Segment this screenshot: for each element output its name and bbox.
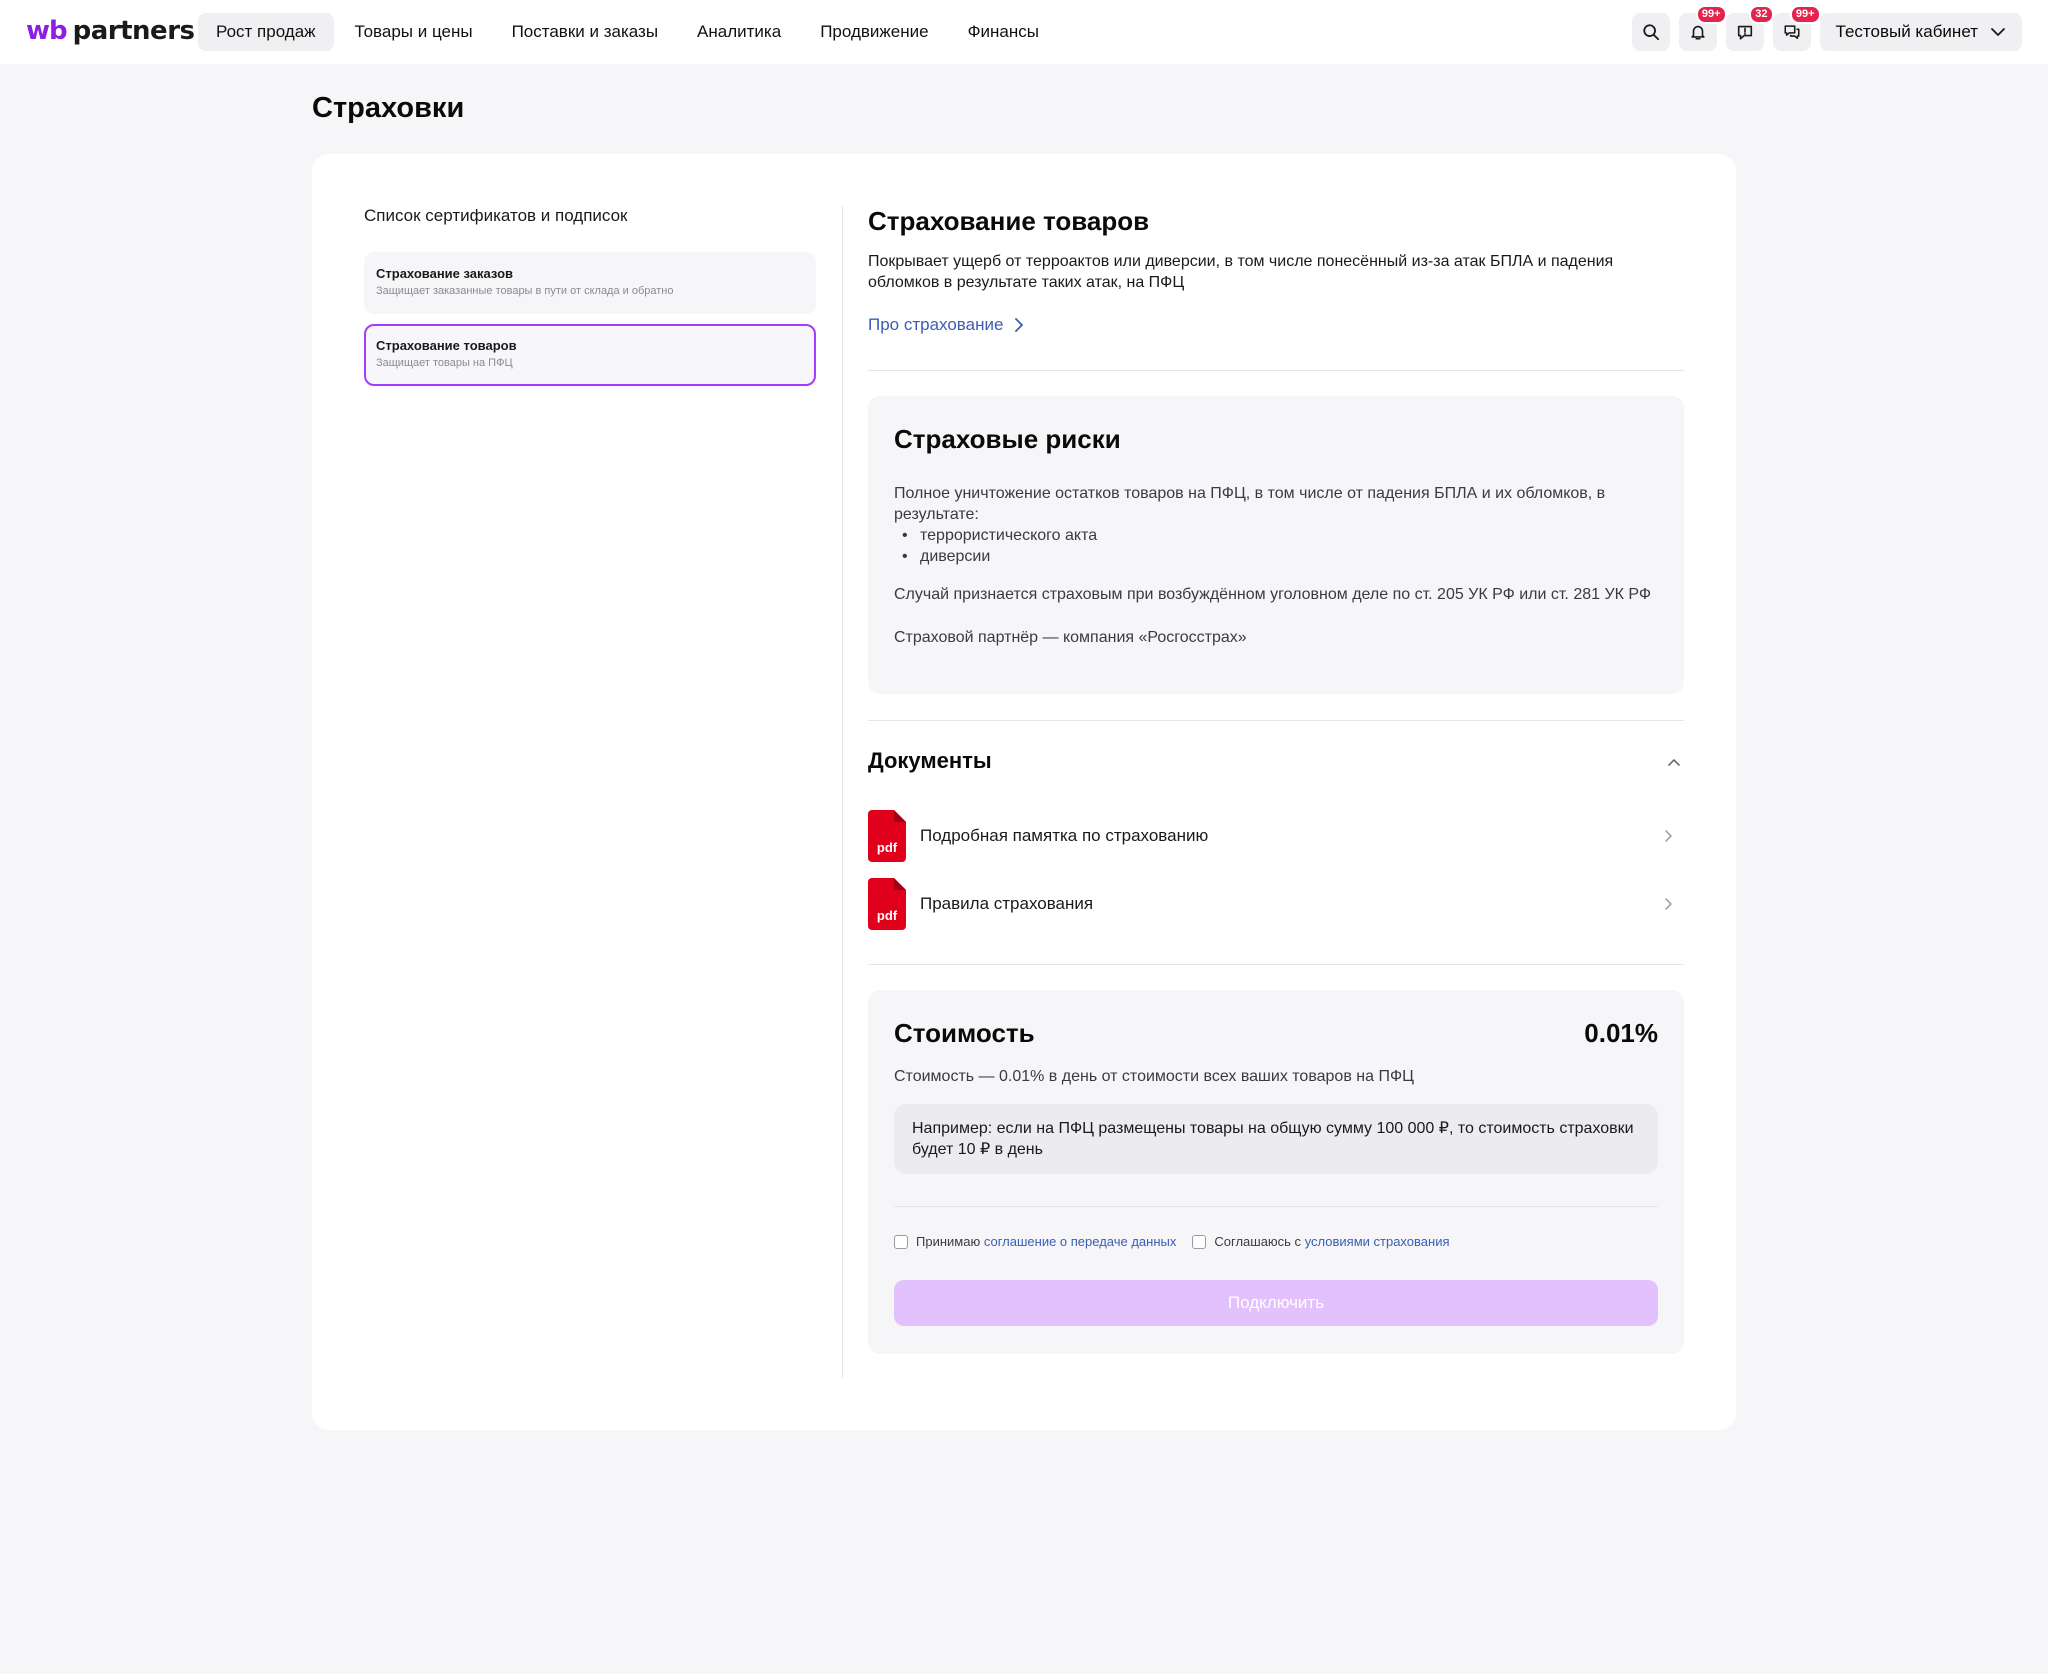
search-button[interactable]: [1631, 13, 1670, 51]
nav-item-finance[interactable]: Финансы: [950, 13, 1057, 51]
vertical-divider: [842, 206, 843, 1378]
list-item-goods-insurance[interactable]: Страхование товаров Защищает товары на П…: [364, 324, 816, 386]
feedback-button[interactable]: 32: [1725, 5, 1774, 51]
certificates-list-title: Список сертификатов и подписок: [364, 206, 628, 225]
cost-box: Стоимость 0.01% Стоимость — 0.01% в день…: [868, 990, 1684, 1354]
search-icon: [1642, 24, 1659, 41]
top-navigation-bar: wb partners Рост продаж Товары и цены По…: [0, 0, 2048, 64]
risks-list: террористического акта диверсии: [902, 525, 1658, 567]
insurance-terms-checkbox[interactable]: [1192, 1234, 1207, 1249]
about-insurance-label: Про страхование: [868, 315, 1004, 334]
risks-partner: Страховой партнёр — компания «Росгосстра…: [894, 629, 1247, 646]
logo-wb: wb: [26, 16, 68, 46]
divider: [894, 1206, 1658, 1207]
about-insurance-link[interactable]: Про страхование: [868, 315, 1027, 335]
cabinet-selector[interactable]: Тестовый кабинет: [1819, 13, 2022, 51]
list-item-subtitle: Защищает заказанные товары в пути от скл…: [376, 285, 674, 297]
pdf-icon: pdf: [868, 878, 906, 930]
insurance-detail: Страхование товаров Покрывает ущерб от т…: [868, 206, 1684, 1354]
logo-partners: partners: [72, 16, 195, 46]
insurance-terms-link[interactable]: условиями страхования: [1305, 1234, 1450, 1249]
document-row-rules[interactable]: pdf Правила страхования: [868, 878, 1684, 930]
nav-item-products-prices[interactable]: Товары и цены: [337, 13, 491, 51]
data-transfer-checkbox[interactable]: [894, 1234, 908, 1249]
detail-description: Покрывает ущерб от терроактов или диверс…: [868, 253, 1614, 291]
bell-icon: [1690, 25, 1705, 40]
chevron-up-icon[interactable]: [1666, 754, 1682, 770]
main-nav: Рост продаж Товары и цены Поставки и зак…: [198, 13, 1060, 51]
divider: [868, 720, 1684, 721]
notifications-button[interactable]: 99+: [1678, 5, 1727, 51]
chat-badge: 99+: [1789, 5, 1821, 24]
divider: [868, 370, 1684, 371]
agreement-data-transfer: Принимаю соглашение о передаче данных: [894, 1234, 1176, 1249]
nav-item-sales-growth[interactable]: Рост продаж: [198, 13, 334, 51]
risks-case: Случай признается страховым при возбуждё…: [894, 586, 1652, 603]
feedback-bubble-icon: [1737, 25, 1752, 40]
agreements-row: Принимаю соглашение о передаче данных Со…: [894, 1234, 1450, 1249]
feedback-badge: 32: [1749, 5, 1774, 24]
cost-value: 0.01%: [1584, 1018, 1658, 1048]
chevron-down-icon: [1991, 28, 2005, 36]
svg-text:pdf: pdf: [877, 908, 898, 923]
agreement-prefix: Соглашаюсь с: [1214, 1234, 1302, 1249]
pdf-icon: pdf: [868, 810, 906, 862]
agreement-prefix: Принимаю: [916, 1234, 981, 1249]
connect-button[interactable]: Подключить: [894, 1280, 1658, 1326]
list-item-title: Страхование товаров: [376, 338, 517, 353]
documents-title: Документы: [868, 748, 992, 773]
agreement-insurance-terms: Соглашаюсь с условиями страхования: [1192, 1234, 1450, 1249]
cost-title: Стоимость: [894, 1018, 1035, 1048]
notifications-badge: 99+: [1695, 5, 1727, 24]
risks-description: Полное уничтожение остатков товаров на П…: [894, 483, 1658, 648]
chat-button[interactable]: 99+: [1772, 5, 1821, 51]
page-title: Страховки: [312, 92, 465, 124]
detail-title: Страхование товаров: [868, 206, 1150, 236]
risks-intro: Полное уничтожение остатков товаров на П…: [894, 485, 1606, 523]
document-label: Подробная памятка по страхованию: [920, 826, 1209, 845]
document-label: Правила страхования: [920, 894, 1094, 913]
nav-item-promotion[interactable]: Продвижение: [802, 13, 946, 51]
chevron-right-icon: [1015, 318, 1024, 332]
cost-description: Стоимость — 0.01% в день от стоимости вс…: [894, 1068, 1414, 1085]
header-actions: 99+ 32 99+ Тестовый кабинет: [1623, 5, 2022, 51]
nav-item-supplies-orders[interactable]: Поставки и заказы: [494, 13, 676, 51]
risk-bullet: террористического акта: [902, 525, 1658, 546]
divider: [868, 964, 1684, 965]
risks-title: Страховые риски: [894, 424, 1121, 454]
list-item-subtitle: Защищает товары на ПФЦ: [376, 357, 513, 369]
cabinet-name: Тестовый кабинет: [1835, 22, 1978, 41]
list-item-orders-insurance[interactable]: Страхование заказов Защищает заказанные …: [364, 252, 816, 314]
chat-bubbles-icon: [1784, 25, 1800, 40]
insurance-risks-box: Страховые риски Полное уничтожение остат…: [868, 396, 1684, 694]
document-row-memo[interactable]: pdf Подробная памятка по страхованию: [868, 810, 1684, 862]
chevron-right-icon: [1665, 898, 1672, 910]
risk-bullet: диверсии: [902, 546, 1658, 567]
nav-item-analytics[interactable]: Аналитика: [679, 13, 799, 51]
list-item-title: Страхование заказов: [376, 266, 513, 281]
cost-example: Например: если на ПФЦ размещены товары н…: [894, 1104, 1658, 1174]
svg-text:pdf: pdf: [877, 840, 898, 855]
wb-partners-logo[interactable]: wb partners: [26, 16, 195, 46]
insurance-card: Список сертификатов и подписок Страхован…: [312, 154, 1736, 1430]
chevron-right-icon: [1665, 830, 1672, 842]
data-transfer-agreement-link[interactable]: соглашение о передаче данных: [984, 1234, 1177, 1249]
